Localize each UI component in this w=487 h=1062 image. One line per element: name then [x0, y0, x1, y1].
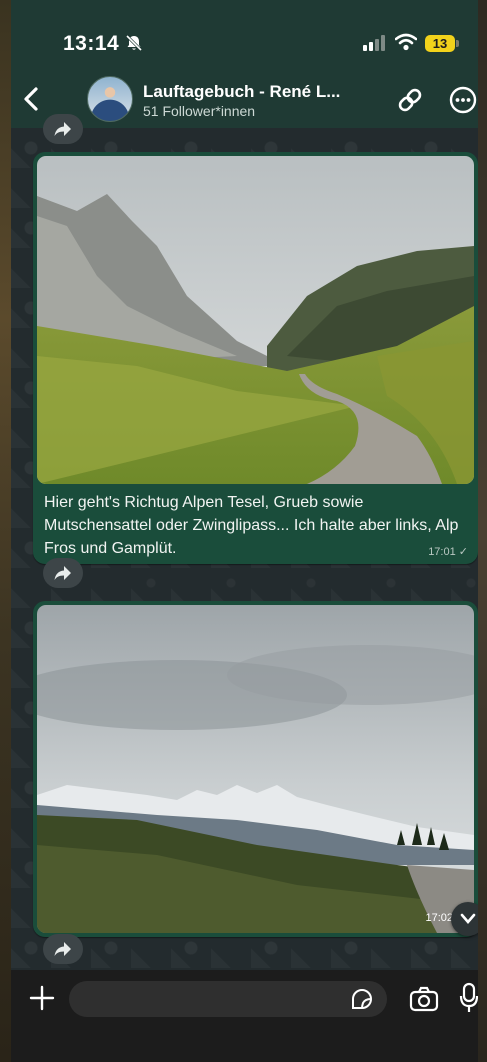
avatar[interactable]	[87, 76, 133, 122]
composer-bar	[11, 970, 478, 1030]
message-bubble[interactable]: Hier geht's Richtug Alpen Tesel, Grueb s…	[33, 152, 478, 564]
forward-button[interactable]	[43, 558, 83, 588]
message-input[interactable]	[69, 981, 387, 1017]
message-time-text: 17:02	[425, 912, 453, 924]
more-icon[interactable]	[449, 86, 477, 119]
battery-indicator: 13	[425, 35, 455, 52]
status-bar: 13:14 13	[11, 0, 478, 70]
mountain-path-photo[interactable]	[37, 156, 474, 484]
link-icon[interactable]	[396, 86, 424, 119]
bell-slash-icon	[124, 33, 144, 58]
status-time: 13:14	[63, 32, 120, 55]
microphone-icon[interactable]	[459, 982, 478, 1019]
alpine-ridge-photo[interactable]	[37, 605, 474, 933]
scroll-down-button[interactable]	[451, 902, 478, 936]
plus-icon[interactable]	[29, 985, 55, 1016]
camera-icon[interactable]	[409, 986, 439, 1017]
home-indicator-area	[11, 1030, 478, 1062]
forward-button[interactable]	[43, 114, 83, 144]
message-caption: Hier geht's Richtug Alpen Tesel, Grueb s…	[44, 494, 459, 557]
battery-cap	[456, 40, 459, 47]
sticker-icon[interactable]	[350, 987, 374, 1016]
left-edge	[0, 0, 11, 1062]
forward-button[interactable]	[43, 934, 83, 964]
message-bubble[interactable]: 17:02	[33, 601, 478, 937]
right-edge	[478, 0, 487, 1062]
chevron-left-icon[interactable]	[21, 86, 43, 117]
message-list[interactable]: Hier geht's Richtug Alpen Tesel, Grueb s…	[11, 114, 478, 970]
sent-check-icon: ✓	[458, 546, 468, 558]
signal-icon	[363, 35, 385, 56]
channel-header: Lauftagebuch - René L... 51 Follower*inn…	[11, 70, 478, 128]
phone-screen: 13:14 13 Lauftagebuch - René L... 51 Fol…	[11, 0, 478, 1062]
follower-count: 51 Follower*innen	[143, 103, 256, 119]
message-time: 17:01 ✓	[428, 545, 468, 558]
wifi-icon	[394, 33, 418, 56]
channel-title[interactable]: Lauftagebuch - René L...	[143, 82, 340, 102]
message-time-text: 17:01	[428, 546, 456, 558]
